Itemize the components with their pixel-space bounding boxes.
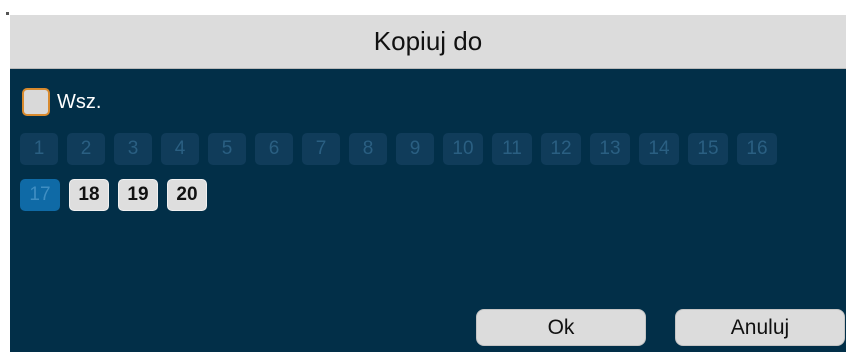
ok-button[interactable]: Ok (476, 309, 646, 346)
channel-button-16: 16 (737, 133, 777, 165)
channel-button-13: 13 (590, 133, 630, 165)
channel-row-2: 17 18 19 20 (20, 179, 216, 211)
channel-button-7: 7 (302, 133, 340, 165)
channel-button-14: 14 (639, 133, 679, 165)
channel-button-12: 12 (541, 133, 581, 165)
select-all-checkbox[interactable] (22, 88, 50, 116)
channel-button-8: 8 (349, 133, 387, 165)
channel-button-17[interactable]: 17 (20, 179, 60, 211)
select-all-label: Wsz. (57, 90, 102, 113)
channel-button-9: 9 (396, 133, 434, 165)
dialog-title: Kopiuj do (10, 15, 846, 69)
channel-button-5: 5 (208, 133, 246, 165)
channel-button-20[interactable]: 20 (167, 179, 207, 211)
channel-row-1: 1 2 3 4 5 6 7 8 9 10 11 12 13 14 15 16 (20, 133, 786, 165)
copy-to-dialog: Kopiuj do Wsz. 1 2 3 4 5 6 7 8 9 10 11 12 13 14 15 16 1… (10, 15, 846, 352)
channel-button-10: 10 (443, 133, 483, 165)
channel-button-11: 11 (492, 133, 532, 165)
channel-button-1: 1 (20, 133, 58, 165)
select-all-row[interactable]: Wsz. (22, 85, 101, 119)
channel-button-15: 15 (688, 133, 728, 165)
channel-button-2: 2 (67, 133, 105, 165)
channel-button-4: 4 (161, 133, 199, 165)
channel-button-3: 3 (114, 133, 152, 165)
channel-button-18[interactable]: 18 (69, 179, 109, 211)
cancel-button[interactable]: Anuluj (675, 309, 845, 346)
channel-button-19[interactable]: 19 (118, 179, 158, 211)
channel-button-6: 6 (255, 133, 293, 165)
corner-mark (6, 12, 9, 15)
